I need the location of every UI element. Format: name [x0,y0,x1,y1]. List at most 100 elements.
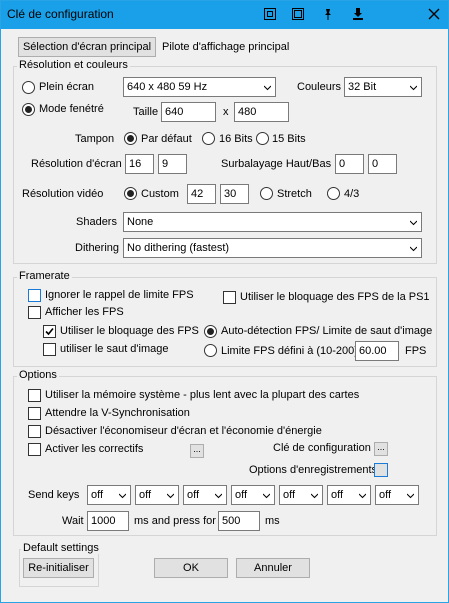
patches-checkbox[interactable] [28,443,41,456]
select-screen-button[interactable]: Sélection d'écran principal [18,37,156,57]
restore-small-icon[interactable] [263,7,277,21]
buffer-label: Tampon [75,133,115,145]
shaders-label: Shaders [76,216,117,228]
width-input[interactable]: 640 [161,102,216,122]
send-keys-label: Send keys [28,489,80,501]
ms-label: ms [265,515,280,527]
resolution-group-title: Résolution et couleurs [17,59,130,71]
video-stretch-label: Stretch [277,188,312,200]
video-43-radio[interactable] [327,187,340,200]
vsync-checkbox[interactable] [28,407,41,420]
show-fps-label: Afficher les FPS [45,306,124,318]
press-for-label: ms and press for [134,515,216,527]
send-key-select-5[interactable]: off [279,485,323,505]
frame-skip-checkbox[interactable] [43,343,56,356]
vsync-label: Attendre la V-Synchronisation [45,407,190,419]
height-input[interactable]: 480 [234,102,289,122]
size-label: Taille [133,106,159,118]
buffer-default-label: Par défaut [141,133,192,145]
show-fps-checkbox[interactable] [28,306,41,319]
chevron-down-icon [359,493,366,499]
frame-skip-label: utiliser le saut d'image [60,343,169,355]
use-fps-lock-label: Utiliser le bloquage des FPS [60,325,199,337]
send-key-value: off [379,489,392,501]
patches-dots-button[interactable]: ... [190,444,204,458]
buffer-default-radio[interactable] [124,132,137,145]
dithering-value: No dithering (fastest) [127,242,230,254]
video-custom-radio[interactable] [124,187,137,200]
fps-limit-radio[interactable] [204,344,217,357]
chevron-down-icon [311,493,318,499]
ignore-fps-label: Ignorer le rappel de limite FPS [45,289,194,301]
sys-mem-checkbox[interactable] [28,389,41,402]
patches-label: Activer les correctifs [45,443,144,455]
fps-value-input[interactable]: 60.00 [355,341,399,361]
buffer-16-label: 16 Bits [219,133,253,145]
send-key-value: off [91,489,104,501]
use-ps1-fps-checkbox[interactable] [223,291,236,304]
buffer-15-radio[interactable] [256,132,269,145]
screen-res-b-input[interactable]: 9 [158,154,187,174]
shaders-select[interactable]: None [123,212,422,232]
screen-res-a-input[interactable]: 16 [125,154,154,174]
config-key-label: Clé de configuration [273,442,371,454]
save-options-button[interactable] [374,463,388,477]
send-key-value: off [139,489,152,501]
sys-mem-label: Utiliser la mémoire système - plus lent … [45,389,360,401]
send-key-value: off [235,489,248,501]
use-fps-lock-checkbox[interactable] [43,325,56,338]
use-ps1-fps-label: Utiliser le bloquage des FPS de la PS1 [240,291,430,303]
pin-icon[interactable] [321,7,335,21]
send-key-value: off [331,489,344,501]
window-title: Clé de configuration [7,7,114,21]
overscan-a-input[interactable]: 0 [335,154,364,174]
config-key-dots-button[interactable]: ... [374,442,388,456]
send-key-select-6[interactable]: off [327,485,371,505]
overscan-label: Surbalayage Haut/Bas [221,158,332,170]
colors-label: Couleurs [297,81,342,93]
send-key-select-3[interactable]: off [183,485,227,505]
options-group-title: Options [17,369,59,381]
chevron-down-icon [167,493,174,499]
driver-label: Pilote d'affichage principal [162,41,290,53]
send-key-select-1[interactable]: off [87,485,131,505]
shaders-value: None [127,216,154,228]
send-key-select-7[interactable]: off [375,485,419,505]
chevron-down-icon [263,493,270,499]
chevron-down-icon [410,220,417,226]
chevron-down-icon [407,493,414,499]
auto-detect-label: Auto-détection FPS/ Limite de saut d'ima… [221,325,433,337]
x-label: x [223,106,229,118]
close-icon[interactable] [427,7,441,21]
auto-detect-radio[interactable] [204,325,217,338]
press-input[interactable]: 500 [218,511,260,531]
overscan-b-input[interactable]: 0 [368,154,397,174]
download-icon[interactable] [351,7,365,21]
send-key-select-4[interactable]: off [231,485,275,505]
colors-select[interactable]: 32 Bit [344,77,422,97]
fullscreen-radio[interactable] [22,81,35,94]
send-key-value: off [187,489,200,501]
title-bar: Clé de configuration [1,1,448,29]
fullscreen-label: Plein écran [39,81,95,93]
fullscreen-mode-select[interactable]: 640 x 480 59 Hz [123,77,276,97]
framerate-group-title: Framerate [17,270,72,282]
reset-button[interactable]: Re-initialiser [23,558,94,578]
video-h-input[interactable]: 30 [220,184,249,204]
dithering-select[interactable]: No dithering (fastest) [123,238,422,258]
config-window: Clé de configuration Sélection d'écran p… [0,0,449,603]
buffer-16-radio[interactable] [202,132,215,145]
ignore-fps-checkbox[interactable] [28,289,41,302]
wait-label: Wait [62,515,84,527]
wait-input[interactable]: 1000 [87,511,129,531]
ok-button[interactable]: OK [154,558,228,578]
screensaver-checkbox[interactable] [28,425,41,438]
chevron-down-icon [410,246,417,252]
maximize-icon[interactable] [291,7,305,21]
cancel-button[interactable]: Annuler [236,558,310,578]
windowed-radio[interactable] [22,103,35,116]
chevron-down-icon [264,85,271,91]
video-w-input[interactable]: 42 [187,184,216,204]
send-key-select-2[interactable]: off [135,485,179,505]
video-stretch-radio[interactable] [260,187,273,200]
